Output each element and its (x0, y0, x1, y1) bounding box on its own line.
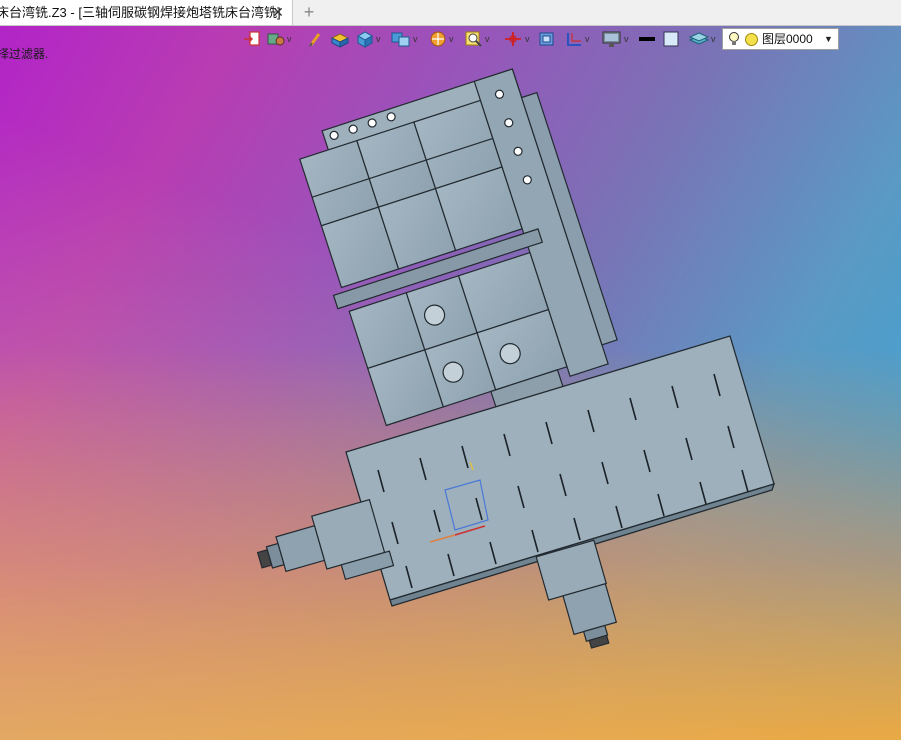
axis-icon[interactable]: v (502, 28, 530, 50)
pen-icon[interactable] (308, 28, 322, 50)
layer-select[interactable]: 图层0000 ▼ (722, 28, 839, 50)
chevron-down-icon[interactable]: ▼ (824, 29, 833, 49)
zoom-icon[interactable]: v (464, 28, 490, 50)
import-icon[interactable] (243, 28, 261, 50)
view-cube-icon[interactable]: v (390, 28, 418, 50)
y-axis-motor (535, 539, 618, 649)
x-axis-motor (256, 498, 395, 581)
box-icon[interactable] (330, 28, 350, 50)
filter-hint: 择过滤器. (0, 47, 49, 61)
cube-icon[interactable]: v (355, 28, 381, 50)
layer-stack-icon[interactable]: v (688, 28, 716, 50)
display-icon[interactable]: v (601, 28, 629, 50)
fill-color-icon[interactable] (662, 28, 680, 50)
snap-icon[interactable]: v (266, 28, 292, 50)
cad-model[interactable] (0, 0, 901, 740)
line-color-icon[interactable] (638, 28, 656, 50)
dimension-icon[interactable]: v (564, 28, 590, 50)
view-toolbar: v v v v v v v v v (240, 28, 724, 50)
render-icon[interactable]: v (428, 28, 454, 50)
layer-color-dot[interactable] (745, 33, 758, 46)
bulb-icon[interactable] (728, 31, 740, 47)
frame-icon[interactable] (538, 28, 556, 50)
layer-name: 图层0000 (762, 32, 813, 46)
